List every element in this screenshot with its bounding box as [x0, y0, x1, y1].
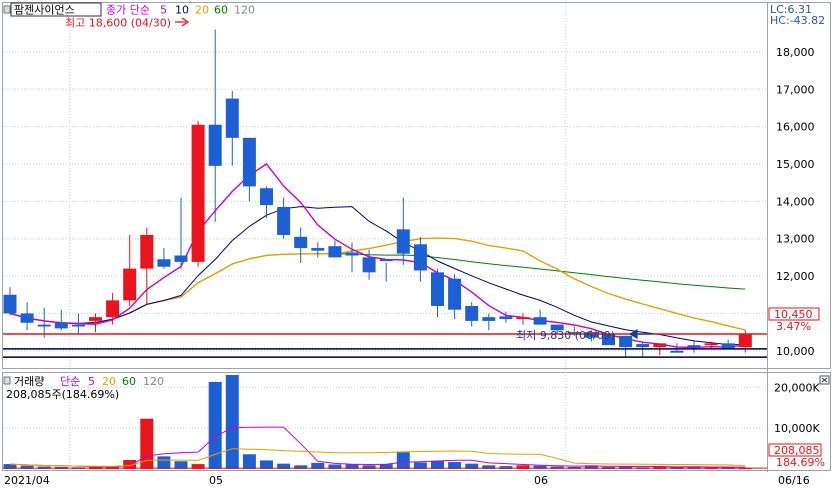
candle-body [687, 345, 701, 348]
candle-body [242, 137, 256, 187]
candle-body [516, 317, 530, 320]
volume-bar [225, 375, 239, 469]
candle-body [619, 335, 633, 348]
volume-label: 거래량 [14, 375, 44, 388]
price-tick-label: 16,000 [776, 121, 815, 134]
price-tick-label: 15,000 [776, 158, 815, 171]
x-label-06: 06 [534, 474, 548, 487]
volume-readout: 208,085주(184.69%) [6, 388, 119, 401]
ma-period-5: 5 [160, 4, 167, 17]
stock-name: 팜젠사이언스 [14, 4, 75, 17]
candle-body [277, 206, 291, 235]
candle-body [413, 244, 427, 271]
candle-body [465, 305, 479, 321]
ma-period-60: 60 [214, 4, 228, 17]
price-ma-label: 종가 단순 [106, 4, 150, 17]
candle-body [345, 252, 359, 256]
candle-body [140, 234, 154, 269]
candle-body [294, 236, 308, 249]
candle-body [499, 316, 513, 320]
x-label-last-date: 06/16 [778, 474, 810, 487]
candle-body [106, 300, 120, 318]
candle-body [89, 317, 102, 321]
candle-body [54, 322, 68, 329]
current-change-label: 3.47% [776, 320, 811, 333]
candle-body [191, 124, 205, 262]
candle-body [448, 278, 462, 310]
candle-body [71, 324, 85, 327]
price-tick-label: 17,000 [776, 83, 815, 96]
candle-body [482, 317, 496, 321]
candle-body [636, 344, 650, 348]
x-label-05: 05 [209, 474, 223, 487]
candle-body [362, 257, 376, 273]
candle-body [738, 333, 752, 348]
price-tick-label: 18,000 [776, 46, 815, 59]
legend-square-icon [3, 5, 11, 14]
candle-body [311, 248, 325, 251]
candle-body [721, 343, 735, 349]
candle-body [328, 246, 342, 258]
volume-ma-period-20: 20 [102, 375, 116, 388]
current-volume-ratio: 184.69% [776, 456, 825, 469]
volume-tick-label: 10,000K [774, 422, 820, 435]
volume-legend-square-icon [3, 376, 11, 385]
volume-ma-label: 단순 [60, 375, 80, 388]
candle-body [123, 268, 137, 301]
stock-chart: 18,000 17,000 16,000 15,000 14,000 13,000 12,0… [0, 0, 834, 489]
candle-body [379, 259, 393, 262]
volume-ma-period-60: 60 [122, 375, 136, 388]
volume-tick-label: 20,000K [774, 381, 820, 394]
candle-body [208, 124, 222, 166]
candle-body [396, 229, 410, 254]
price-tick-label: 12,000 [776, 270, 815, 283]
candle-body [260, 188, 273, 206]
high-price-annotation: 최고 18,600 (04/30) [65, 17, 171, 30]
volume-bar [242, 454, 256, 469]
ma-period-120: 120 [234, 4, 255, 17]
candle-body [157, 259, 171, 267]
hc-label: HC:-43.82 [770, 14, 825, 27]
candle-body [431, 272, 444, 306]
price-tick-label: 13,000 [776, 233, 815, 246]
volume-ma-period-5: 5 [88, 375, 95, 388]
candle-body [653, 343, 667, 348]
volume-bar [396, 452, 410, 469]
candle-body [670, 350, 684, 353]
candle-body [3, 294, 17, 314]
x-label-2021-04: 2021/04 [4, 474, 50, 487]
price-tick-label: 14,000 [776, 195, 815, 208]
volume-ma-period-120: 120 [143, 375, 164, 388]
candle-body [704, 343, 718, 346]
candle-body [225, 98, 239, 138]
ma-period-10: 10 [175, 4, 189, 17]
candle-body [20, 313, 34, 323]
candle-body [174, 255, 188, 262]
volume-bar [157, 456, 171, 469]
price-tick-label: 10,000 [776, 345, 815, 358]
candle-body [533, 317, 547, 325]
candle-body [37, 324, 51, 327]
low-price-annotation: 최저 9,830 (06/09) [516, 329, 615, 342]
ma-period-20: 20 [195, 4, 209, 17]
